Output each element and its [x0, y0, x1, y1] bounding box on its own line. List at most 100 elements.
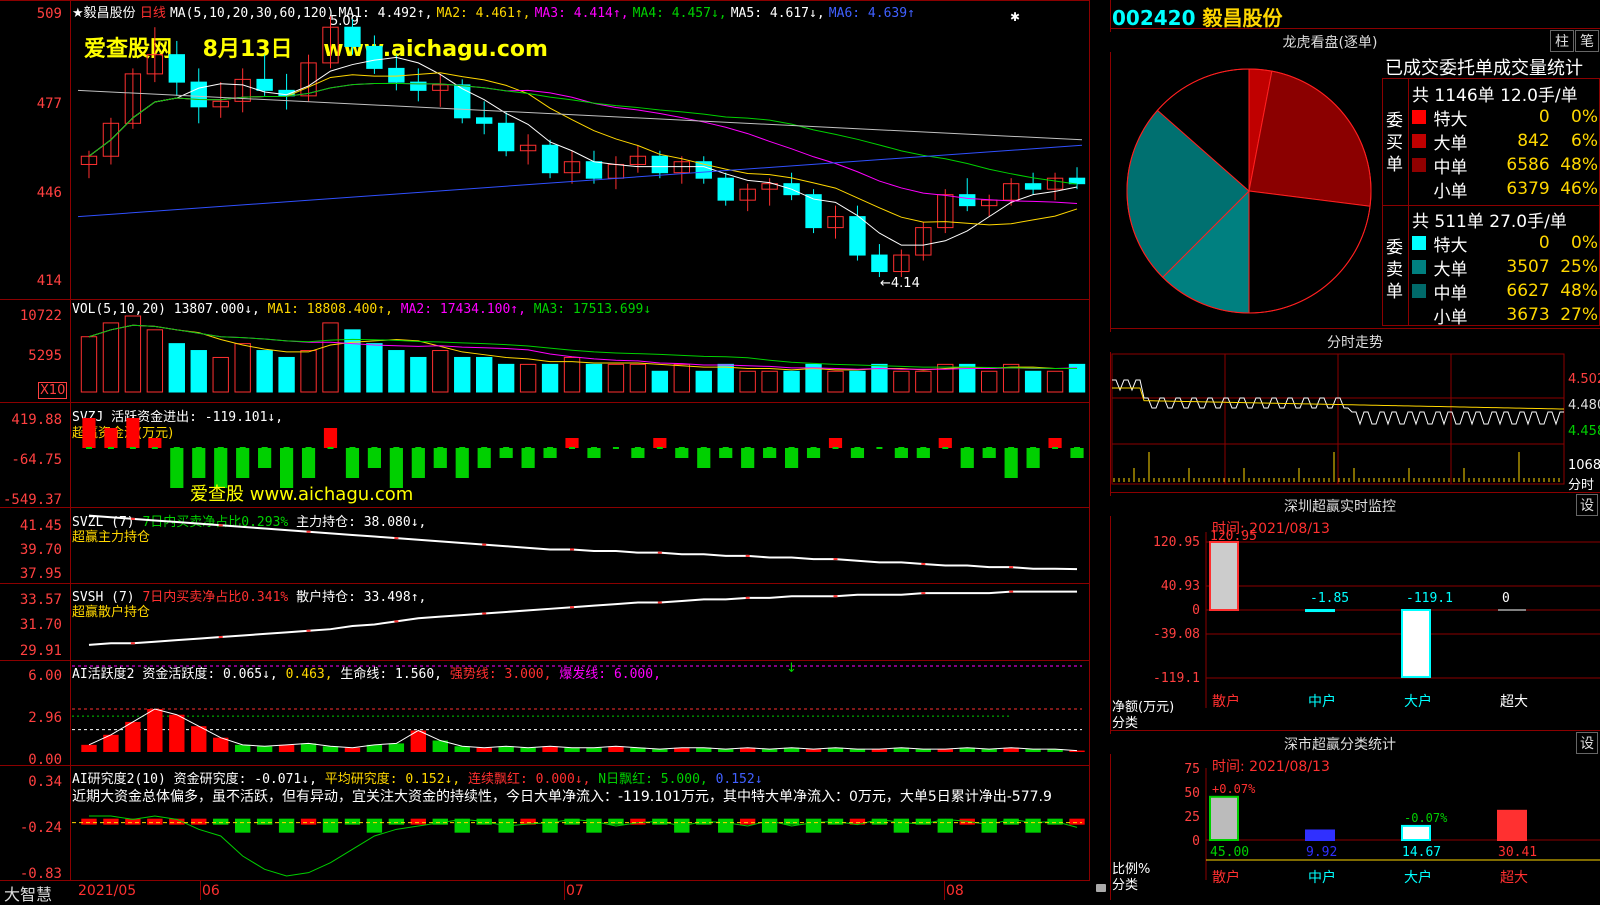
y-axis-divider: [70, 0, 71, 880]
ai-active-bar: [498, 746, 514, 752]
lock-icon[interactable]: [1096, 884, 1106, 892]
svzj-tick: [744, 447, 751, 449]
ai-research-chart[interactable]: [72, 800, 1088, 880]
svzj-tick: [349, 447, 356, 449]
svzj-bar: [543, 448, 557, 458]
ai-research-bar: [147, 818, 163, 825]
intraday-axis-top: 4.502: [1568, 372, 1600, 387]
sell-row-qty: 0: [1538, 233, 1550, 253]
cls-divider: [1110, 730, 1600, 731]
ai-active-chart[interactable]: [72, 660, 1088, 762]
volume-bar: [761, 370, 778, 393]
ai-research-t3: 连续飘红: 0.000↓,: [468, 772, 591, 787]
volume-bar: [102, 322, 120, 393]
buy-total: 共 1146单 12.0手/单: [1412, 86, 1578, 106]
ma120-line: [77, 144, 1083, 218]
candle-body: [717, 177, 734, 201]
ai-active-bar: [125, 721, 141, 752]
cls-axis-label: 75: [1184, 762, 1200, 777]
volume-bar: [454, 356, 471, 393]
svsh-chart[interactable]: [72, 584, 1088, 658]
svzj-tick: [503, 447, 510, 449]
svzj-tick: [722, 447, 729, 449]
volume-chart[interactable]: [72, 315, 1088, 398]
candle-body: [344, 26, 361, 47]
ai-active-bar: [586, 747, 602, 752]
brand-label[interactable]: 大智慧: [4, 881, 52, 905]
sell-row-name: 中单: [1433, 283, 1468, 304]
svsh-dot: [218, 636, 223, 639]
svzj-bar: [850, 448, 865, 458]
buy-row-name: 大单: [1433, 133, 1468, 154]
sz-settings-button[interactable]: 设: [1576, 494, 1598, 516]
svzj-tick: [656, 447, 663, 449]
order-pie-chart[interactable]: [1122, 64, 1376, 318]
candle-body: [190, 81, 207, 108]
svzj-bar: [170, 448, 184, 488]
svzl-chart[interactable]: [72, 508, 1088, 582]
svzj-tick: [876, 447, 883, 449]
kline-chart[interactable]: [72, 0, 1088, 298]
sell-total: 共 511单 27.0手/单: [1412, 212, 1567, 232]
stock-title: 002420 毅昌股份: [1112, 2, 1282, 31]
sz-value-label: -119.1: [1406, 591, 1453, 606]
ai-research-axis-mid: -0.24: [19, 820, 62, 836]
ai-research-bar: [410, 818, 427, 825]
svzl-dot: [570, 548, 575, 551]
ai-research-bar: [213, 818, 229, 825]
intraday-divider: [1110, 328, 1600, 329]
svzj-bar: [1026, 448, 1040, 468]
volume-bar: [981, 370, 998, 393]
svzj-bar: [916, 448, 930, 458]
tick-view-button[interactable]: 笔: [1575, 30, 1599, 52]
volume-bar: [695, 370, 712, 393]
ai-active-bar: [542, 746, 558, 752]
cls-bar: [1401, 824, 1431, 842]
cls-value-label: 14.67: [1402, 845, 1441, 860]
stock-title-name: 毅昌股份: [1202, 6, 1283, 30]
candle-body: [454, 84, 471, 119]
sell-row: 小单 3673 27%: [1412, 303, 1599, 328]
candle-body: [476, 117, 493, 124]
sell-row-pct: 25%: [1560, 257, 1599, 277]
ai-research-bar: [278, 818, 295, 833]
svzj-bar: [433, 448, 447, 468]
ai-research-bar: [388, 818, 405, 825]
ma10-line: [88, 72, 1078, 226]
svzj-bar: [477, 448, 491, 468]
ai-active-bar: [322, 746, 339, 752]
sz-bar: [1401, 609, 1431, 678]
cls-chart[interactable]: 75 50 25 0 +0.07% 45.00 散户 9.92 中户 -0.07% 14.67 大户 3…: [1110, 762, 1600, 900]
svzj-tick: [283, 447, 290, 449]
sz-monitor-chart[interactable]: 120.95 40.93 0 -39.08 -119.1 120.95 散户 -1.85 中户 -…: [1110, 529, 1600, 728]
sell-row-pct: 27%: [1560, 305, 1599, 325]
cls-value-label: 45.00: [1210, 845, 1249, 860]
ai-active-bar: [476, 747, 492, 752]
volume-bar: [673, 363, 690, 393]
sell-row-name: 小单: [1433, 307, 1468, 328]
bar-view-button[interactable]: 柱: [1550, 30, 1574, 52]
svzj-bar: [258, 448, 272, 468]
svzl-dot: [130, 517, 135, 520]
svzj-bar: [894, 448, 908, 458]
ai-research-bar: [256, 818, 273, 825]
svzj-tick: [195, 447, 202, 449]
ai-active-bar: [388, 743, 405, 752]
svzj-tick: [459, 447, 466, 449]
svzj-tick: [481, 447, 488, 449]
cls-axis-label: 50: [1184, 786, 1200, 801]
volume-bar: [476, 356, 493, 393]
svzj-bar: [1004, 448, 1018, 478]
price-axis-509: 509: [36, 6, 62, 22]
ai-research-bar: [783, 818, 800, 825]
sell-row-name: 特大: [1433, 235, 1468, 256]
cls-settings-button[interactable]: 设: [1576, 732, 1598, 754]
svzj-bar: [565, 438, 579, 448]
volume-bar: [585, 363, 603, 393]
intraday-vol-max: 1068: [1568, 458, 1600, 473]
intraday-chart[interactable]: [1111, 353, 1568, 490]
ai-active-bar: [278, 744, 295, 752]
stat-title: 已成交委托单成交量统计: [1385, 58, 1583, 79]
svzj-bar: [499, 448, 513, 458]
volume-bar: [80, 336, 98, 393]
